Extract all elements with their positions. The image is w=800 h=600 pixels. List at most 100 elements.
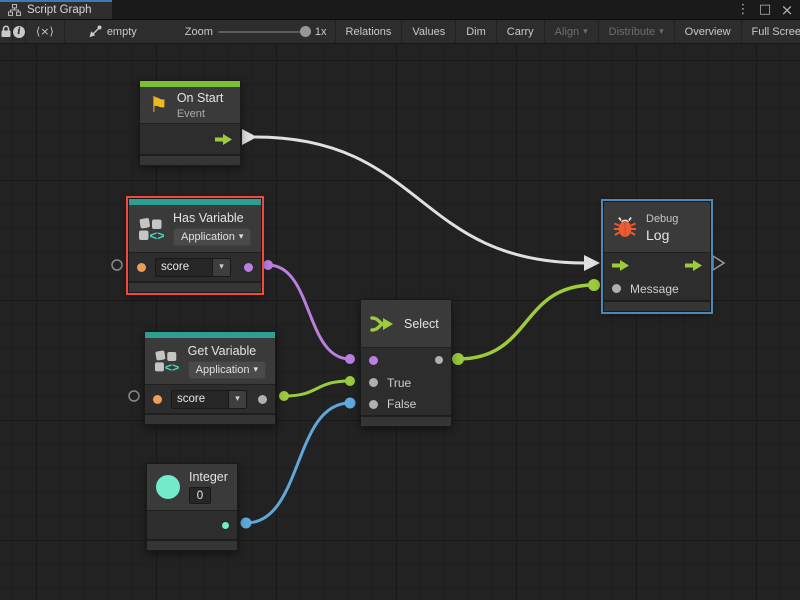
node-get-variable[interactable]: <> Get Variable Application ▾ score ▾: [144, 331, 276, 425]
integer-type-icon: [156, 475, 180, 499]
integer-value-field[interactable]: 0: [189, 487, 211, 504]
relations-button[interactable]: Relations: [335, 20, 402, 43]
dim-button[interactable]: Dim: [455, 20, 496, 43]
carry-button[interactable]: Carry: [496, 20, 544, 43]
chevron-down-icon: ▾: [253, 365, 258, 375]
variable-name-field[interactable]: score: [155, 258, 213, 277]
chevron-down-icon: ▾: [583, 27, 588, 37]
variable-name-dropdown-button[interactable]: ▾: [229, 390, 247, 409]
input-port-message[interactable]: [612, 284, 621, 293]
window-controls: ⋮ □ ×: [734, 0, 800, 19]
node-footer: [147, 539, 237, 550]
variable-name-dropdown-button[interactable]: ▾: [213, 258, 231, 277]
port-label-false: False: [387, 397, 416, 411]
select-icon: [370, 314, 395, 334]
zoom-level: 1x: [315, 26, 327, 38]
output-port-value[interactable]: [222, 522, 229, 529]
svg-text:<>: <>: [150, 228, 165, 241]
output-port-value[interactable]: [258, 395, 267, 404]
info-icon: i: [13, 26, 25, 38]
wire-onstart-to-debuglog[interactable]: [255, 137, 585, 263]
lock-button[interactable]: [0, 20, 13, 43]
node-title: Has Variable: [173, 211, 244, 225]
wire-getvariable-to-select-true[interactable]: [284, 381, 350, 396]
wire-getvariable-to-select-true-start-dot[interactable]: [279, 391, 289, 401]
output-port-result[interactable]: [244, 263, 253, 272]
wire-getvariable-to-select-true-end-dot[interactable]: [345, 376, 355, 386]
node-footer: [361, 415, 451, 426]
zoom-label: Zoom: [185, 26, 213, 38]
onstart-output-arrow: [242, 129, 257, 145]
zoom-slider-handle[interactable]: [300, 26, 311, 37]
port-label-true: True: [387, 376, 411, 390]
wire-hasvariable-to-select-condition-start-dot[interactable]: [263, 260, 273, 270]
node-footer: [604, 300, 710, 311]
lock-icon: [0, 25, 12, 38]
flow-output-port[interactable]: [685, 260, 702, 271]
node-integer[interactable]: Integer 0: [146, 463, 238, 551]
node-on-start[interactable]: ⚑ On Start Event: [139, 80, 241, 166]
node-debug-log[interactable]: Debug Log Message: [603, 201, 711, 312]
variables-icon: <>: [154, 349, 179, 373]
node-has-variable[interactable]: <> Has Variable Application ▾ score ▾: [128, 198, 262, 293]
selection-label: empty: [107, 26, 137, 38]
debuglog-output-hint-triangle: [713, 256, 724, 270]
variable-scope-dropdown[interactable]: Application ▾: [188, 361, 266, 379]
svg-text:<>: <>: [165, 360, 179, 373]
node-footer: [145, 413, 275, 424]
variable-scope-dropdown[interactable]: Application ▾: [173, 228, 251, 246]
values-button[interactable]: Values: [401, 20, 455, 43]
bug-icon: [613, 216, 637, 238]
chevron-down-icon: ▾: [659, 27, 664, 37]
graph-canvas[interactable]: ⚑ On Start Event: [0, 44, 800, 600]
port-label-message: Message: [630, 282, 679, 296]
wire-integer-to-select-false-start-dot[interactable]: [241, 518, 252, 529]
toolbar-buttons: Relations Values Dim Carry Align▾ Distri…: [335, 20, 800, 43]
tab-title: Script Graph: [27, 4, 92, 16]
node-group-label: Debug: [646, 213, 678, 225]
node-subtitle: Event: [177, 108, 205, 120]
menu-icon[interactable]: ⋮: [734, 1, 752, 19]
node-footer: [140, 154, 240, 165]
tab-bar: Script Graph ⋮ □ ×: [0, 0, 800, 20]
flow-input-port[interactable]: [612, 260, 629, 271]
distribute-dropdown-button: Distribute▾: [598, 20, 674, 43]
wire-hasvariable-to-select-condition[interactable]: [268, 265, 350, 359]
output-port-selection[interactable]: [435, 356, 443, 364]
input-port-name[interactable]: [137, 263, 146, 272]
close-icon[interactable]: ×: [778, 1, 796, 19]
input-port-condition[interactable]: [369, 356, 378, 365]
full-screen-button[interactable]: Full Screen: [741, 20, 800, 43]
flow-output-port[interactable]: [215, 134, 232, 145]
graph-toolbar: i ⟨×⟩ empty Zoom 1x Relations Values Dim…: [0, 20, 800, 44]
node-title: Log: [646, 228, 669, 242]
wire-select-to-debuglog-message[interactable]: [458, 285, 594, 359]
input-port-true[interactable]: [369, 378, 378, 387]
variables-icon: <>: [138, 217, 164, 241]
chevron-down-icon: ▾: [239, 232, 244, 242]
variable-name-field[interactable]: score: [171, 390, 229, 409]
wire-integer-to-select-false-end-dot[interactable]: [345, 398, 356, 409]
align-dropdown-button: Align▾: [544, 20, 598, 43]
overview-button[interactable]: Overview: [674, 20, 741, 43]
debuglog-input-arrowhead: [584, 255, 600, 271]
maximize-icon[interactable]: □: [756, 1, 774, 19]
script-graph-window: Script Graph ⋮ □ × i ⟨×⟩ empty: [0, 0, 800, 600]
code-view-button[interactable]: ⟨×⟩: [26, 20, 65, 43]
input-port-false[interactable]: [369, 400, 378, 409]
zoom-slider[interactable]: [218, 31, 310, 33]
info-button[interactable]: i: [13, 20, 26, 43]
node-select[interactable]: Select True False: [360, 299, 452, 427]
graph-icon: [8, 4, 21, 16]
hasvariable-unconnected-port-hint: [112, 260, 122, 270]
wire-select-to-debuglog-message-start-dot[interactable]: [452, 353, 464, 365]
node-title: On Start: [177, 91, 224, 105]
flag-icon: ⚑: [149, 95, 168, 116]
wire-select-to-debuglog-message-end-dot[interactable]: [588, 279, 600, 291]
input-port-name[interactable]: [153, 395, 162, 404]
getvariable-unconnected-port-hint: [129, 391, 139, 401]
tab-script-graph[interactable]: Script Graph: [0, 0, 112, 19]
selection-indicator: empty: [79, 20, 145, 43]
graph-pointer-icon: [87, 25, 102, 38]
wire-hasvariable-to-select-condition-end-dot[interactable]: [345, 354, 355, 364]
